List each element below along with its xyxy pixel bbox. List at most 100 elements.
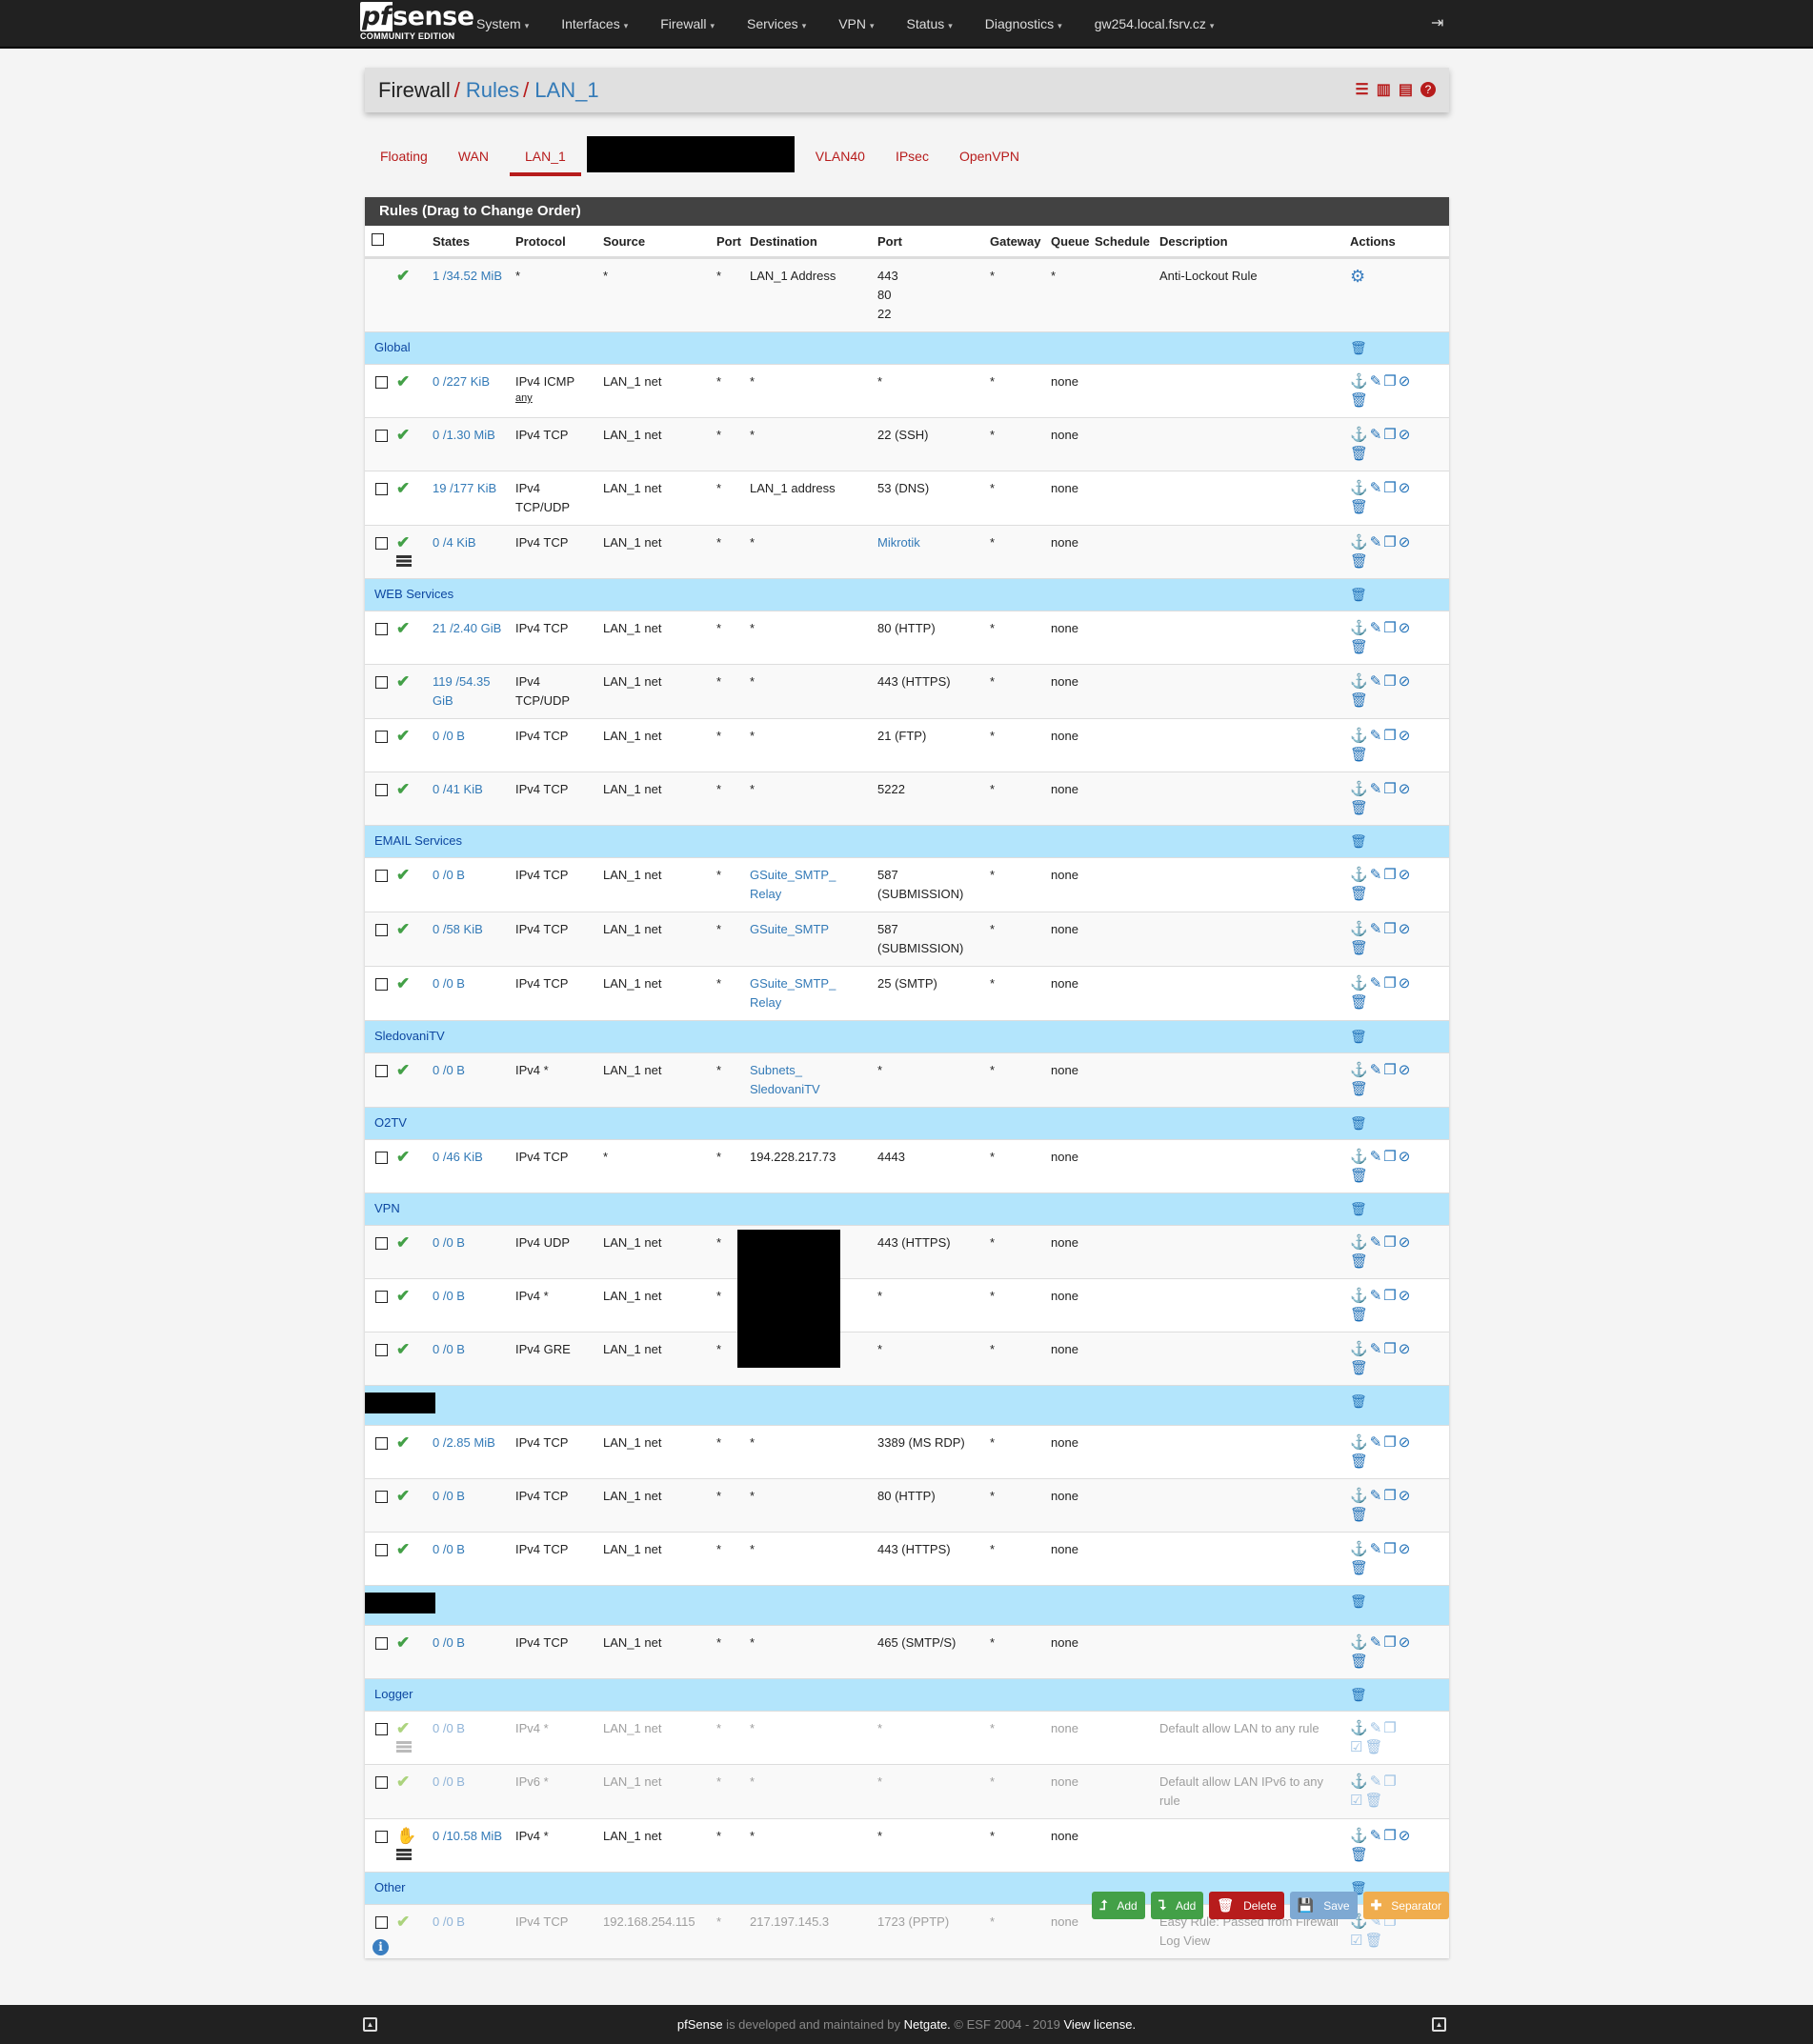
nav-menu-item[interactable]: System ▾ xyxy=(476,16,529,31)
destination-alias-link[interactable]: Subnets_ SledovaniTV xyxy=(750,1063,820,1096)
states-link[interactable]: 0 /0 B xyxy=(433,1489,465,1503)
states-link[interactable]: 0 /0 B xyxy=(433,1289,465,1303)
copy-icon[interactable]: ❐ xyxy=(1383,426,1396,444)
copy-icon[interactable]: ❐ xyxy=(1383,1540,1396,1558)
rule-row[interactable]: ✔ 0 /0 B IPv4 UDP LAN_1 net * 443 (HTTPS… xyxy=(365,1225,1449,1368)
separator-row[interactable]: Global 🗑 xyxy=(365,331,1449,365)
copy-icon[interactable]: ❐ xyxy=(1383,920,1396,938)
nav-menu-item[interactable]: Status ▾ xyxy=(907,16,953,31)
help-icon[interactable]: ? xyxy=(1420,82,1436,97)
rule-row[interactable]: ✔ 19 /177 KiB IPv4 TCP/UDP LAN_1 net * L… xyxy=(365,471,1449,526)
pencil-icon[interactable]: ✎ xyxy=(1370,727,1382,745)
states-link[interactable]: 0 /0 B xyxy=(433,1063,465,1077)
rule-checkbox[interactable] xyxy=(375,537,388,550)
logout-icon[interactable]: ⇥ xyxy=(1431,13,1443,32)
states-link[interactable]: 0 /41 KiB xyxy=(433,782,483,796)
trash-icon[interactable]: 🗑 xyxy=(1350,939,1368,957)
anchor-icon[interactable]: ⚓ xyxy=(1350,1061,1368,1079)
trash-icon[interactable]: 🗑 xyxy=(1350,552,1368,571)
delete-separator-icon[interactable]: 🗑 xyxy=(1350,1029,1367,1044)
tab-lan-1[interactable]: LAN_1 xyxy=(509,149,581,176)
rule-row[interactable]: ✔ 0 /1.30 MiB IPv4 TCP LAN_1 net * * 22 … xyxy=(365,417,1449,471)
sliders-icon[interactable]: ☰ xyxy=(1355,82,1368,99)
anchor-icon[interactable]: ⚓ xyxy=(1350,1287,1368,1305)
breadcrumb-lan1[interactable]: LAN_1 xyxy=(534,78,598,103)
trash-icon[interactable]: 🗑 xyxy=(1350,885,1368,903)
anchor-icon[interactable]: ⚓ xyxy=(1350,1633,1368,1652)
disable-rule-icon[interactable]: ⊘ xyxy=(1399,1540,1411,1558)
rule-checkbox[interactable] xyxy=(375,1344,388,1356)
separator-row[interactable]: EMAIL Services 🗑 xyxy=(365,825,1449,858)
disable-rule-icon[interactable]: ⊘ xyxy=(1399,1340,1411,1358)
trash-icon[interactable]: 🗑 xyxy=(1350,445,1368,463)
save-button[interactable]: 💾 Save xyxy=(1289,1892,1358,1919)
rule-checkbox[interactable] xyxy=(375,1831,388,1843)
scroll-top-icon[interactable]: ▲ xyxy=(363,2017,377,2032)
anchor-icon[interactable]: ⚓ xyxy=(1350,1773,1368,1791)
delete-separator-icon[interactable]: 🗑 xyxy=(1350,340,1367,355)
trash-icon[interactable]: 🗑 xyxy=(1350,1359,1368,1377)
delete-separator-icon[interactable]: 🗑 xyxy=(1350,1201,1367,1216)
rule-checkbox[interactable] xyxy=(375,1437,388,1450)
rule-checkbox[interactable] xyxy=(375,731,388,743)
copy-icon[interactable]: ❐ xyxy=(1383,974,1396,992)
breadcrumb-rules[interactable]: Rules xyxy=(466,78,519,103)
copy-icon[interactable]: ❐ xyxy=(1383,1433,1396,1452)
pencil-icon[interactable]: ✎ xyxy=(1370,920,1382,938)
states-link[interactable]: 0 /0 B xyxy=(433,729,465,743)
anchor-icon[interactable]: ⚓ xyxy=(1350,1487,1368,1505)
rule-row[interactable]: ✔ 0 /2.85 MiB IPv4 TCP LAN_1 net * * 338… xyxy=(365,1425,1449,1479)
states-link[interactable]: 0 /227 KiB xyxy=(433,374,490,389)
trash-icon[interactable]: 🗑 xyxy=(1350,1306,1368,1324)
delete-separator-icon[interactable]: 🗑 xyxy=(1350,1593,1367,1609)
nav-menu-item[interactable]: gw254.local.fsrv.cz ▾ xyxy=(1095,16,1215,31)
copy-icon[interactable]: ❐ xyxy=(1383,533,1396,551)
rule-checkbox[interactable] xyxy=(375,978,388,991)
states-link[interactable]: 0 /0 B xyxy=(433,1542,465,1556)
rule-checkbox[interactable] xyxy=(375,1065,388,1077)
rule-row[interactable]: ✔ 0 /0 B IPv4 TCP LAN_1 net * * 465 (SMT… xyxy=(365,1625,1449,1679)
trash-icon[interactable]: 🗑 xyxy=(1364,1738,1382,1756)
rule-row[interactable]: ✔ 0 /0 B IPv4 TCP LAN_1 net * * 443 (HTT… xyxy=(365,1532,1449,1586)
states-link[interactable]: 119 /54.35 GiB xyxy=(433,674,490,708)
states-link[interactable]: 0 /0 B xyxy=(433,1342,465,1356)
trash-icon[interactable]: 🗑 xyxy=(1350,691,1368,710)
anchor-icon[interactable]: ⚓ xyxy=(1350,479,1368,497)
rule-row[interactable]: ✔ 0 /0 B IPv4 * LAN_1 net * * * none ⚓ ✎… xyxy=(365,1278,1449,1333)
trash-icon[interactable]: 🗑 xyxy=(1350,1506,1368,1524)
rule-row[interactable]: ✔ 0 /58 KiB IPv4 TCP LAN_1 net * GSuite_… xyxy=(365,912,1449,967)
info-icon[interactable]: i xyxy=(373,1939,389,1955)
trash-icon[interactable]: 🗑 xyxy=(1364,1932,1382,1950)
trash-icon[interactable]: 🗑 xyxy=(1350,799,1368,817)
tab-ipsec[interactable]: IPsec xyxy=(880,149,944,176)
nav-menu-item[interactable]: Firewall ▾ xyxy=(660,16,715,31)
enable-rule-icon[interactable]: ☑ xyxy=(1350,1738,1362,1756)
nav-menu-item[interactable]: Services ▾ xyxy=(747,16,806,31)
rule-checkbox[interactable] xyxy=(375,623,388,635)
trash-icon[interactable]: 🗑 xyxy=(1350,391,1368,410)
rule-row[interactable]: ✔ 0 /0 B IPv4 TCP LAN_1 net * * 80 (HTTP… xyxy=(365,1478,1449,1533)
copy-icon[interactable]: ❐ xyxy=(1383,1827,1396,1845)
add-rule-bottom-button[interactable]: ⮧ Add xyxy=(1150,1892,1204,1919)
rule-row[interactable]: ✔ 0 /0 B IPv6 * LAN_1 net * * * * none D… xyxy=(365,1764,1449,1819)
trash-icon[interactable]: 🗑 xyxy=(1350,1846,1368,1864)
rule-checkbox[interactable] xyxy=(375,430,388,442)
pencil-icon[interactable]: ✎ xyxy=(1370,426,1382,444)
disable-rule-icon[interactable]: ⊘ xyxy=(1399,1433,1411,1452)
anchor-icon[interactable]: ⚓ xyxy=(1350,1719,1368,1737)
rule-checkbox[interactable] xyxy=(375,1637,388,1650)
destination-alias-link[interactable]: GSuite_SMTP_ Relay xyxy=(750,976,836,1010)
disable-rule-icon[interactable]: ⊘ xyxy=(1399,1148,1411,1166)
icmp-type-link[interactable]: any xyxy=(515,391,594,405)
copy-icon[interactable]: ❐ xyxy=(1383,1633,1396,1652)
disable-rule-icon[interactable]: ⊘ xyxy=(1399,533,1411,551)
bar-chart-icon[interactable]: ▥ xyxy=(1377,82,1391,99)
states-link[interactable]: 0 /58 KiB xyxy=(433,922,483,936)
delete-separator-icon[interactable]: 🗑 xyxy=(1350,587,1367,602)
rule-checkbox[interactable] xyxy=(375,376,388,389)
trash-icon[interactable]: 🗑 xyxy=(1350,1167,1368,1185)
rule-checkbox[interactable] xyxy=(375,924,388,936)
separator-row[interactable]: 🗑 xyxy=(365,1385,1449,1426)
view-license-link[interactable]: View license. xyxy=(1064,2017,1137,2032)
anchor-icon[interactable]: ⚓ xyxy=(1350,920,1368,938)
